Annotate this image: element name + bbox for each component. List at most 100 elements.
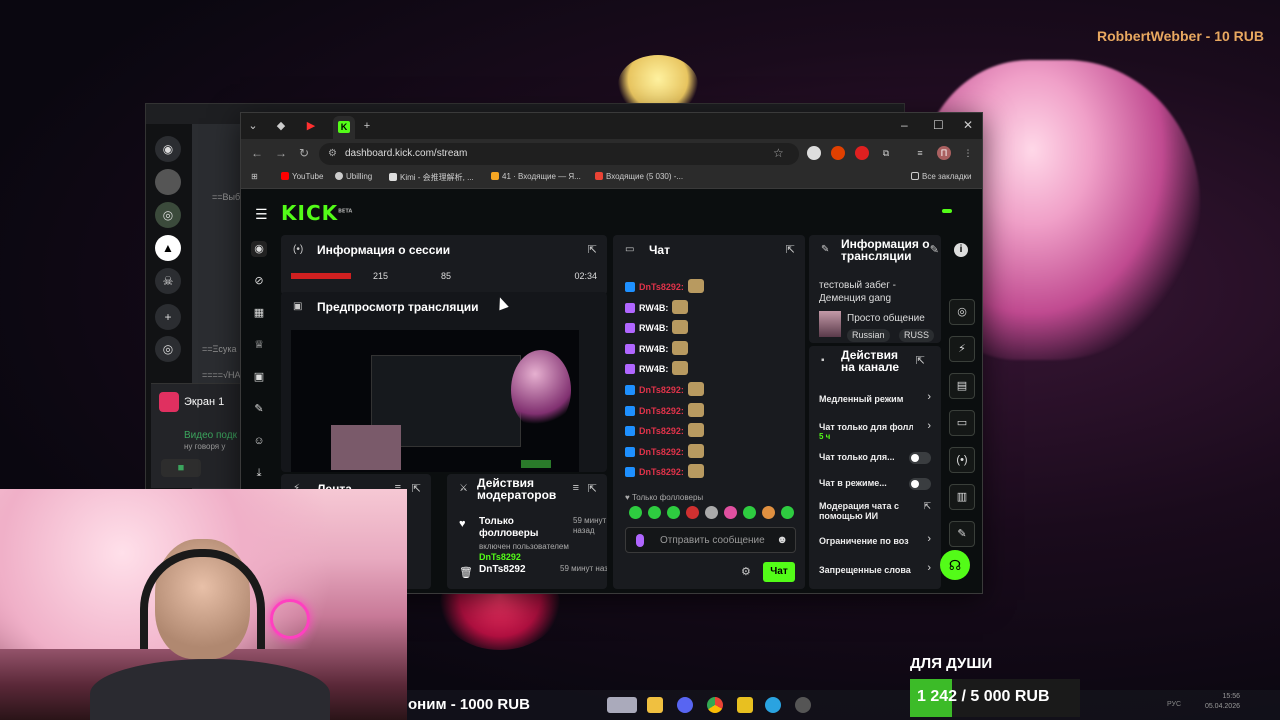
setting-age-restriction[interactable]: Ограничение по воз xyxy=(819,536,913,546)
setting-emote-mode[interactable]: Чат в режиме... xyxy=(819,478,901,488)
chat-username[interactable]: DnTs8292: xyxy=(639,385,684,395)
document-icon[interactable]: ▤ xyxy=(949,373,975,399)
bookmark-gmail[interactable]: Входящие (5 030) -... xyxy=(595,172,683,181)
analytics-icon[interactable]: ▦ xyxy=(251,305,267,321)
camera-button[interactable]: ■ xyxy=(161,459,201,477)
obs-icon[interactable] xyxy=(795,697,811,713)
setting-subs-only[interactable]: Чат только для... xyxy=(819,452,901,462)
info-icon[interactable]: i xyxy=(954,243,968,257)
support-headset-icon[interactable]: ☊ xyxy=(940,550,970,580)
plus-icon[interactable]: + xyxy=(359,118,375,134)
apps-icon[interactable]: ⊞ xyxy=(251,172,258,181)
extension-icon[interactable] xyxy=(831,146,845,160)
setting-banned-words[interactable]: Запрещенные слова xyxy=(819,565,913,575)
filter-icon[interactable]: ≡ xyxy=(573,482,579,494)
tab-kick[interactable]: K xyxy=(333,116,355,139)
profile-avatar[interactable]: П xyxy=(937,146,951,160)
emote[interactable] xyxy=(762,506,775,519)
pin-icon[interactable]: ◆ xyxy=(273,118,289,134)
menu-icon[interactable]: ⋮ xyxy=(961,146,975,160)
chat-username[interactable]: DnTs8292: xyxy=(639,447,684,457)
tools-icon[interactable]: ✎ xyxy=(251,401,267,417)
site-settings-icon[interactable]: ⚙ xyxy=(328,143,337,165)
layout-icon[interactable]: ▥ xyxy=(949,484,975,510)
chevron-right-icon[interactable]: › xyxy=(927,562,931,574)
emote[interactable] xyxy=(648,506,661,519)
camera-icon[interactable]: ◎ xyxy=(949,299,975,325)
server-icon[interactable]: ☠ xyxy=(155,268,181,294)
all-bookmarks[interactable]: Все закладки xyxy=(911,172,971,181)
chat-bubble-icon[interactable]: ▭ xyxy=(949,410,975,436)
emote[interactable] xyxy=(781,506,794,519)
minimize-button[interactable]: – xyxy=(901,118,908,132)
maximize-button[interactable]: ☐ xyxy=(933,118,944,132)
bookmark-ubilling[interactable]: Ubilling xyxy=(335,172,372,181)
setting-ai-moderation[interactable]: Модерация чата с помощью ИИ xyxy=(819,501,913,521)
chat-username[interactable]: DnTs8292: xyxy=(639,406,684,416)
chrome-icon[interactable] xyxy=(707,697,723,713)
emote[interactable] xyxy=(705,506,718,519)
chat-send-button[interactable]: Чат xyxy=(763,562,795,582)
menu-icon[interactable]: ☰ xyxy=(255,206,268,223)
emoji-icon[interactable]: ☻ xyxy=(776,534,788,546)
close-button[interactable]: ✕ xyxy=(963,118,973,132)
edit-pencil-icon[interactable]: ✎ xyxy=(930,243,939,256)
telegram-icon[interactable] xyxy=(765,697,781,713)
media-icon[interactable]: ≡ xyxy=(913,146,927,160)
toggle-switch[interactable] xyxy=(909,478,931,490)
popout-icon[interactable]: ⇱ xyxy=(412,482,421,495)
bookmark-youtube[interactable]: YouTube xyxy=(281,172,323,181)
popout-icon[interactable]: ⇱ xyxy=(916,354,925,367)
chat-message-input[interactable]: Отправить сообщение ☻ xyxy=(625,527,796,553)
external-link-icon[interactable]: ⇱ xyxy=(923,501,931,512)
link-icon[interactable]: ⊘ xyxy=(251,273,267,289)
url-input[interactable]: ⚙ dashboard.kick.com/stream xyxy=(319,143,799,165)
emote[interactable] xyxy=(743,506,756,519)
download-icon[interactable]: ⤓ xyxy=(251,465,267,481)
chevron-right-icon[interactable]: › xyxy=(927,533,931,545)
chat-username[interactable]: DnTs8292: xyxy=(639,426,684,436)
setting-followers-only[interactable]: Чат только для фолл xyxy=(819,422,913,432)
emote[interactable] xyxy=(686,506,699,519)
emote[interactable] xyxy=(667,506,680,519)
bookmark-kimi[interactable]: Kimi - 会推理解析, ... xyxy=(389,172,474,183)
users-icon[interactable]: ☺ xyxy=(251,433,267,449)
lightning-icon[interactable]: ⚡ xyxy=(949,336,975,362)
toggle-switch[interactable] xyxy=(909,452,931,464)
bookmark-star-icon[interactable]: ☆ xyxy=(773,146,784,160)
youtube-icon[interactable]: ▶ xyxy=(303,118,319,134)
kick-logo[interactable]: KICKBETA xyxy=(281,201,352,225)
chevron-down-icon[interactable]: ⌄ xyxy=(245,118,261,134)
forward-icon[interactable]: → xyxy=(275,146,287,160)
trophy-icon[interactable]: ♕ xyxy=(251,337,267,353)
chat-username[interactable]: RW4B: xyxy=(639,344,668,354)
chevron-right-icon[interactable]: › xyxy=(927,420,931,432)
bookmark-yandex-mail[interactable]: 41 · Входящие — Я... xyxy=(491,172,581,181)
popout-icon[interactable]: ⇱ xyxy=(588,482,597,495)
chat-settings-icon[interactable]: ⚙ xyxy=(741,565,751,578)
back-icon[interactable]: ← xyxy=(251,146,263,160)
chat-username[interactable]: RW4B: xyxy=(639,364,668,374)
taskbar-app-icon[interactable] xyxy=(607,697,637,713)
system-clock[interactable]: 15:56 05.04.2026 xyxy=(1205,692,1240,712)
preview-video[interactable] xyxy=(291,330,579,472)
server-icon[interactable] xyxy=(155,169,181,195)
emote[interactable] xyxy=(724,506,737,519)
explore-icon[interactable]: ◎ xyxy=(155,336,181,362)
app-icon[interactable] xyxy=(737,697,753,713)
language-indicator[interactable]: РУС xyxy=(1167,701,1181,708)
extension-icon[interactable] xyxy=(807,146,821,160)
folder-icon[interactable] xyxy=(647,697,663,713)
server-icon[interactable]: ◎ xyxy=(155,202,181,228)
popout-icon[interactable]: ⇱ xyxy=(588,243,597,256)
discord-icon[interactable] xyxy=(677,697,693,713)
emote[interactable] xyxy=(629,506,642,519)
chevron-right-icon[interactable]: › xyxy=(927,391,931,403)
wrench-icon[interactable]: ✎ xyxy=(949,521,975,547)
puzzle-icon[interactable]: ⧉ xyxy=(879,146,893,160)
setting-slow-mode[interactable]: Медленный режим xyxy=(819,394,927,404)
reload-icon[interactable]: ↻ xyxy=(299,146,309,160)
broadcast-icon[interactable]: (•) xyxy=(949,447,975,473)
add-server-icon[interactable]: + xyxy=(155,304,181,330)
extension-icon[interactable] xyxy=(855,146,869,160)
